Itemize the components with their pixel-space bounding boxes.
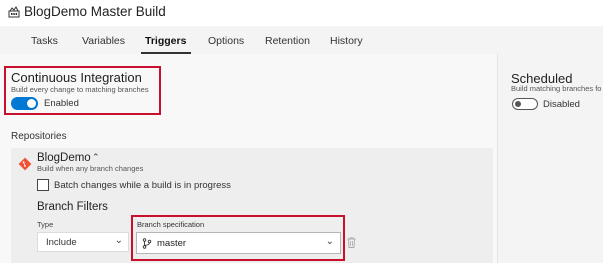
branch-spec-value: master [157,238,187,249]
branch-filters-title: Branch Filters [37,201,108,213]
trash-icon[interactable] [347,237,356,248]
tab-tasks[interactable]: Tasks [31,35,58,47]
tab-bar: Tasks Variables Triggers Options Retenti… [0,26,603,54]
type-dropdown[interactable]: Include ⌄ [37,232,129,252]
title-bar: BlogDemo Master Build [0,0,603,26]
repository-name[interactable]: BlogDemo [37,152,91,164]
page-title: BlogDemo Master Build [24,4,166,19]
chevron-down-icon: ⌄ [114,235,123,246]
batch-changes-label: Batch changes while a build is in progre… [54,180,231,191]
repositories-label: Repositories [11,131,67,142]
tab-options[interactable]: Options [208,35,244,47]
scheduled-subtitle: Build matching branches fo [511,84,602,93]
chevron-down-icon: ⌄ [325,236,334,247]
branch-spec-dropdown[interactable]: master ⌄ [136,232,341,254]
tab-triggers[interactable]: Triggers [145,35,186,47]
ci-title: Continuous Integration [11,70,142,85]
build-definition-icon [8,6,20,18]
branch-spec-label: Branch specification [137,220,205,229]
tab-retention[interactable]: Retention [265,35,310,47]
tab-history[interactable]: History [330,35,363,47]
batch-changes-checkbox[interactable] [37,179,49,191]
chevron-up-icon[interactable]: ⌃ [92,152,100,163]
type-value: Include [46,237,77,248]
scheduled-toggle-state: Disabled [543,99,580,110]
type-label: Type [37,220,54,229]
ci-toggle-state: Enabled [44,98,79,109]
scheduled-toggle[interactable] [512,98,538,110]
repository-subtitle: Build when any branch changes [37,164,144,173]
ci-toggle[interactable] [11,97,38,110]
ci-subtitle: Build every change to matching branches [11,85,149,94]
tab-variables[interactable]: Variables [82,35,125,47]
toggle-knob [515,101,521,107]
branch-icon [142,238,152,249]
git-icon [18,157,32,171]
toggle-knob [27,99,36,108]
